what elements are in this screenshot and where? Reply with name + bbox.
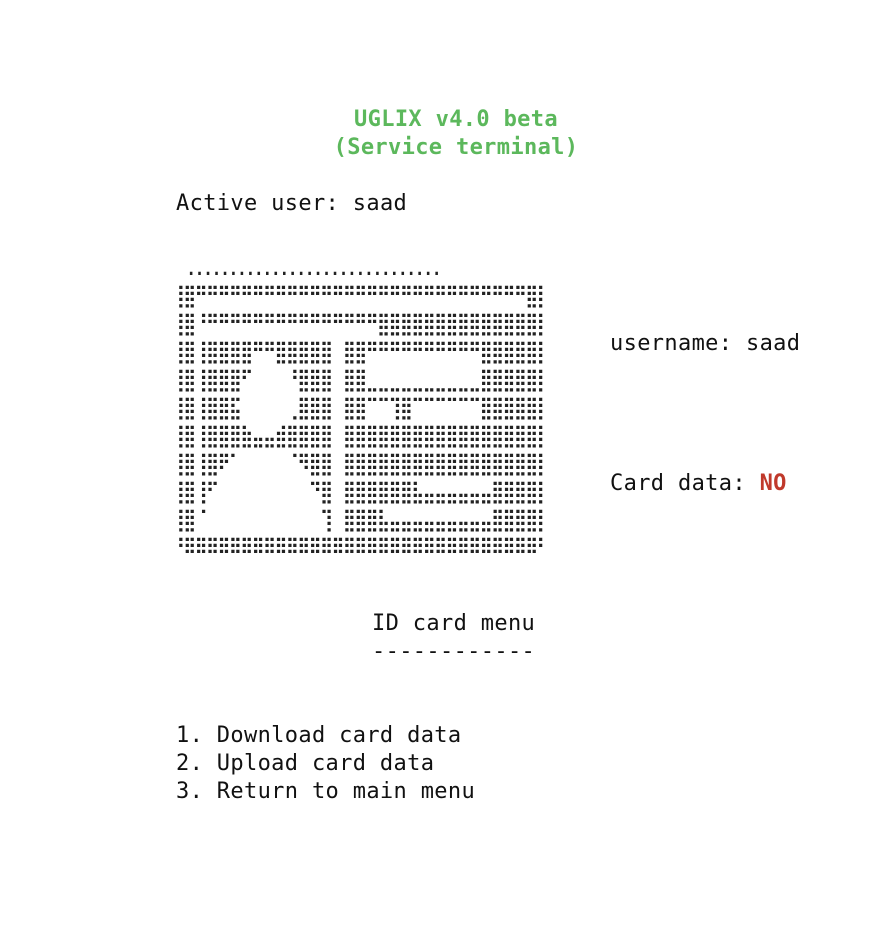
active-user-line: Active user: saad <box>176 190 407 218</box>
id-card-ascii-art: .............................. ⣿⡟⠛⠛⠛⠛⠛⠛⠛… <box>176 257 546 562</box>
card-data-label: Card data: <box>610 471 746 496</box>
app-subtitle: (Service terminal) <box>333 135 579 160</box>
menu-title-underline: ------------ <box>372 639 536 664</box>
menu-title: ID card menu <box>372 611 536 636</box>
menu-item-upload-card-data[interactable]: 2. Upload card data <box>176 750 434 778</box>
terminal-screen: UGLIX v4.0 beta (Service terminal) Activ… <box>0 0 878 946</box>
card-username-line: username: saad <box>610 330 800 358</box>
card-username-value: saad <box>745 331 801 356</box>
active-user-value: saad <box>352 191 408 216</box>
app-title: UGLIX v4.0 beta <box>354 107 558 132</box>
menu-item-download-card-data[interactable]: 1. Download card data <box>176 722 462 750</box>
card-username-label: username: <box>610 331 733 356</box>
menu-item-return-to-main-menu[interactable]: 3. Return to main menu <box>176 778 475 806</box>
card-data-line: Card data: NO <box>610 470 787 498</box>
card-data-status: NO <box>759 471 787 496</box>
active-user-label: Active user: <box>176 191 340 216</box>
